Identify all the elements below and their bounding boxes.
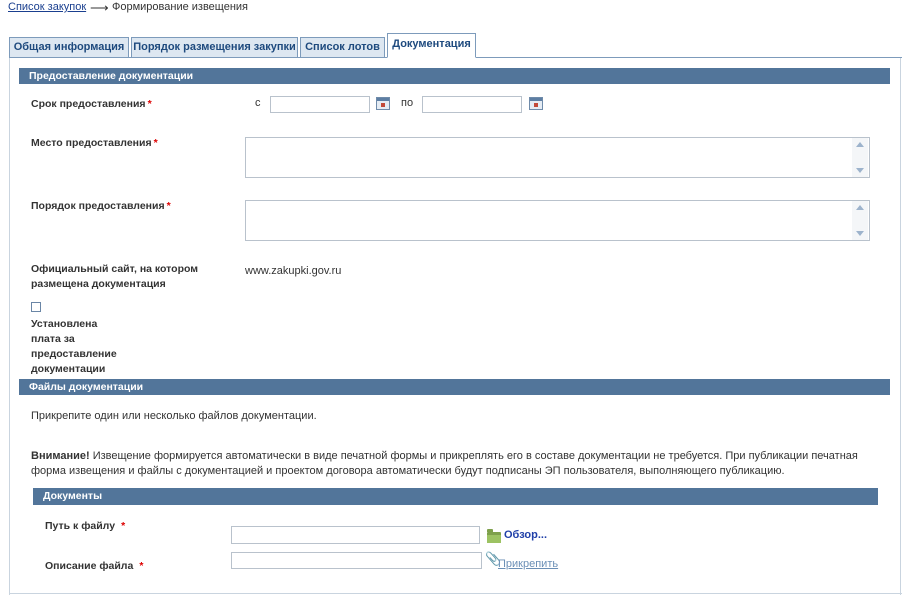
- fee-checkbox[interactable]: [31, 302, 41, 312]
- fee-label-line: плата за: [31, 333, 75, 345]
- breadcrumb-arrow-icon: ⟶: [90, 0, 109, 15]
- warning-text-line1: Извещение формируется автоматически в ви…: [89, 450, 858, 462]
- place-scrollbar[interactable]: [852, 138, 868, 177]
- scroll-up-icon[interactable]: [856, 205, 864, 210]
- required-mark: *: [147, 98, 152, 110]
- scroll-down-icon[interactable]: [856, 231, 864, 236]
- required-mark: *: [139, 560, 144, 572]
- desc-label-text: Описание файла: [45, 560, 134, 572]
- required-mark: *: [166, 200, 171, 212]
- fee-label-line: документации: [31, 363, 106, 375]
- date-from-input[interactable]: [270, 96, 370, 113]
- fee-label: Установлена плата за предоставление доку…: [31, 317, 117, 377]
- tab-procurement-order[interactable]: Порядок размещения закупки: [131, 37, 298, 57]
- files-hint: Прикрепите один или несколько файлов док…: [31, 410, 317, 422]
- required-mark: *: [153, 137, 158, 149]
- site-label: Официальный сайт, на котором размещена д…: [31, 262, 198, 292]
- from-label: с: [255, 97, 261, 109]
- period-label: Срок предоставления *: [31, 97, 152, 112]
- site-value: www.zakupki.gov.ru: [245, 265, 342, 277]
- calendar-to-icon[interactable]: [529, 97, 543, 110]
- place-label: Место предоставления *: [31, 136, 158, 151]
- documents-header: Документы: [33, 488, 878, 505]
- scroll-down-icon[interactable]: [856, 168, 864, 173]
- order-scrollbar[interactable]: [852, 201, 868, 240]
- file-description-input[interactable]: [231, 552, 482, 569]
- breadcrumb-link-purchases[interactable]: Список закупок: [8, 1, 86, 13]
- order-textarea[interactable]: [245, 200, 870, 241]
- site-label-line2: размещена документация: [31, 278, 166, 290]
- fee-label-line: предоставление: [31, 348, 117, 360]
- site-label-line1: Официальный сайт, на котором: [31, 263, 199, 275]
- order-label: Порядок предоставления *: [31, 199, 171, 214]
- warning-notice: Внимание! Извещение формируется автомати…: [31, 449, 886, 479]
- breadcrumb-current: Формирование извещения: [112, 1, 249, 13]
- path-label: Путь к файлу *: [45, 519, 125, 534]
- fee-label-line: Установлена: [31, 318, 98, 330]
- required-mark: *: [121, 520, 126, 532]
- browse-button[interactable]: Обзор...: [504, 529, 547, 541]
- place-label-text: Место предоставления: [31, 137, 152, 149]
- folder-icon[interactable]: [487, 529, 501, 543]
- attach-link[interactable]: Прикрепить: [498, 558, 558, 570]
- scroll-up-icon[interactable]: [856, 142, 864, 147]
- date-to-input[interactable]: [422, 96, 522, 113]
- place-textarea[interactable]: [245, 137, 870, 178]
- tab-general-info[interactable]: Общая информация: [9, 37, 129, 57]
- section-header-provision: Предоставление документации: [19, 68, 890, 84]
- calendar-from-icon[interactable]: [376, 97, 390, 110]
- panel-bottom-border: [9, 593, 902, 594]
- order-label-text: Порядок предоставления: [31, 200, 165, 212]
- path-label-text: Путь к файлу: [45, 520, 116, 532]
- to-label: по: [401, 97, 414, 109]
- section-header-files: Файлы документации: [19, 379, 890, 395]
- tab-lot-list[interactable]: Список лотов: [300, 37, 385, 57]
- period-label-text: Срок предоставления: [31, 98, 146, 110]
- desc-label: Описание файла *: [45, 559, 143, 574]
- file-path-input[interactable]: [231, 526, 480, 544]
- tab-documentation[interactable]: Документация: [387, 33, 476, 58]
- warning-text-line2: форма извещения и файлы с документацией …: [31, 465, 785, 477]
- warning-title: Внимание!: [31, 450, 90, 462]
